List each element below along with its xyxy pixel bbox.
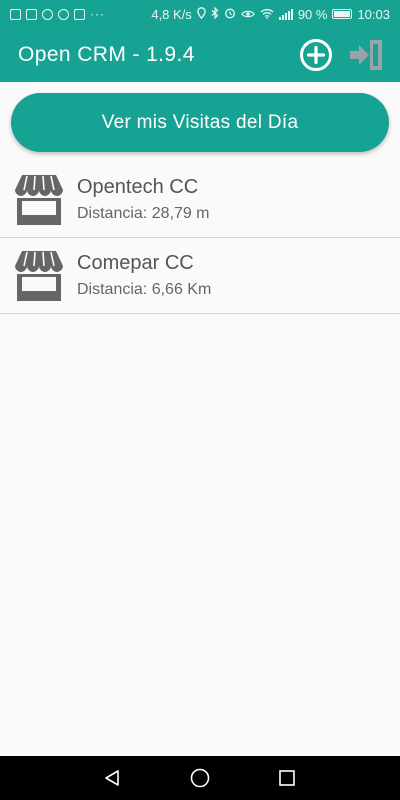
storefront-icon [15, 250, 63, 301]
store-list: Opentech CC Distancia: 28,79 m Comepar C… [0, 162, 400, 314]
activity-notification-icon [10, 8, 21, 20]
store-distance: Distancia: 28,79 m [77, 205, 210, 222]
storefront-icon [15, 174, 63, 225]
bluetooth-icon [211, 6, 219, 22]
network-speed: 4,8 K/s [151, 6, 192, 22]
add-button[interactable] [296, 35, 336, 75]
list-item[interactable]: Opentech CC Distancia: 28,79 m [0, 162, 400, 238]
view-daily-visits-button[interactable]: Ver mis Visitas del Día [11, 93, 389, 152]
more-notifications-icon: ··· [90, 7, 105, 21]
location-icon [197, 6, 206, 22]
navigation-bar [0, 756, 400, 800]
messenger-notification-icon [58, 8, 69, 20]
wifi-icon [260, 7, 274, 22]
list-item[interactable]: Comepar CC Distancia: 6,66 Km [0, 238, 400, 314]
mail-notification-icon [26, 8, 37, 20]
store-text: Opentech CC Distancia: 28,79 m [77, 176, 210, 223]
logout-door-icon [350, 40, 382, 70]
clock: 10:03 [357, 6, 390, 22]
circle-home-icon [190, 768, 210, 788]
alarm-icon [224, 7, 236, 22]
home-button[interactable] [185, 763, 215, 793]
app-title: Open CRM - 1.9.4 [18, 43, 195, 66]
store-name: Opentech CC [77, 176, 199, 198]
battery-icon [332, 9, 353, 19]
square-recents-icon [278, 770, 295, 786]
back-button[interactable] [98, 763, 128, 793]
triangle-back-icon [105, 770, 120, 786]
calendar-notification-icon [74, 8, 85, 20]
store-distance: Distancia: 6,66 Km [77, 281, 212, 298]
add-circle-icon [300, 39, 332, 71]
status-notifications: ··· [10, 7, 105, 21]
app-notification-icon [42, 8, 53, 20]
store-text: Comepar CC Distancia: 6,66 Km [77, 252, 211, 299]
screen: ··· 4,8 K/s 90 % 10:03 Open CRM - 1.9.4 … [0, 0, 400, 800]
status-bar: ··· 4,8 K/s 90 % 10:03 [0, 0, 400, 28]
eye-comfort-icon [241, 7, 255, 22]
store-name: Comepar CC [77, 252, 194, 274]
status-system: 4,8 K/s 90 % 10:03 [151, 6, 390, 22]
logout-button[interactable] [346, 35, 386, 75]
battery-percent: 90 % [297, 6, 328, 22]
app-bar: Open CRM - 1.9.4 [0, 28, 400, 82]
signal-icon [278, 8, 293, 20]
recents-button[interactable] [272, 763, 302, 793]
